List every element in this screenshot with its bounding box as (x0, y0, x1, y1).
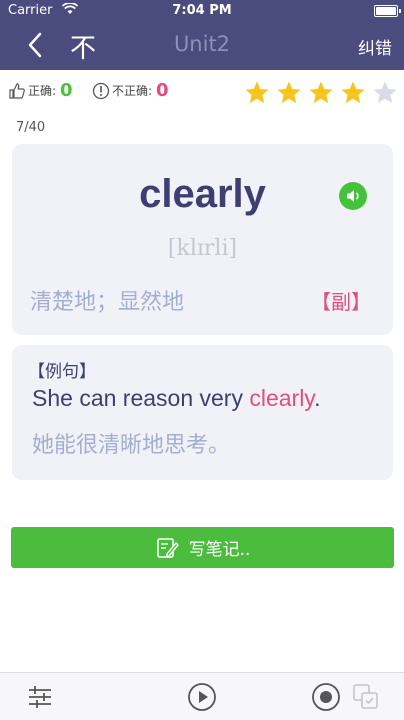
bottom-toolbar (0, 672, 404, 720)
word-card: clearly [klɪrli] 清楚地；显然地 【副】 (12, 144, 393, 335)
play-icon[interactable] (186, 681, 218, 713)
nav-bar: 不 Unit2 纠错 (0, 22, 404, 70)
correct-label: 正确: (28, 84, 57, 98)
compare-icon[interactable] (350, 681, 382, 713)
write-note-label: 写笔记.. (188, 540, 251, 560)
thumbs-up-icon (8, 82, 26, 100)
example-sentence: She can reason very clearly. (32, 385, 321, 412)
speaker-icon[interactable] (339, 182, 367, 210)
star-filled-icon (340, 80, 366, 106)
part-of-speech: 【副】 (311, 290, 371, 314)
wrong-value: 0 (156, 80, 169, 101)
sliders-icon[interactable] (24, 681, 56, 713)
star-rating (244, 80, 398, 106)
sentence-start: She can reason very (32, 385, 250, 411)
sentence-highlight: clearly (249, 385, 315, 411)
word-meaning: 清楚地；显然地 (30, 290, 185, 315)
star-filled-icon (276, 80, 302, 106)
wrong-label: 不正确: (112, 84, 153, 98)
record-icon[interactable] (310, 681, 342, 713)
star-empty-icon (372, 80, 398, 106)
page-title: Unit2 (173, 32, 231, 56)
battery-icon (374, 5, 401, 17)
write-note-button[interactable]: 写笔记.. (11, 527, 394, 568)
example-label: 【例句】 (28, 362, 96, 382)
correct-count: 正确: 0 (8, 80, 73, 101)
sentence-end: . (314, 385, 321, 411)
note-edit-icon (155, 535, 181, 561)
example-card: 【例句】 She can reason very clearly. 她能很清晰地… (12, 345, 393, 480)
report-error-button[interactable]: 纠错 (358, 34, 392, 59)
word-progress: 7/40 (16, 120, 46, 135)
clock: 7:04 PM (172, 3, 232, 18)
correct-value: 0 (60, 80, 73, 101)
phonetic: [klɪrli] (167, 236, 238, 261)
star-filled-icon (308, 80, 334, 106)
status-bar: Carrier 7:04 PM (0, 0, 404, 22)
star-filled-icon (244, 80, 270, 106)
example-translation: 她能很清晰地思考。 (32, 433, 231, 458)
word-text: clearly (139, 172, 266, 216)
exclamation-circle-icon (92, 82, 110, 100)
wrong-count: 不正确: 0 (92, 80, 169, 101)
